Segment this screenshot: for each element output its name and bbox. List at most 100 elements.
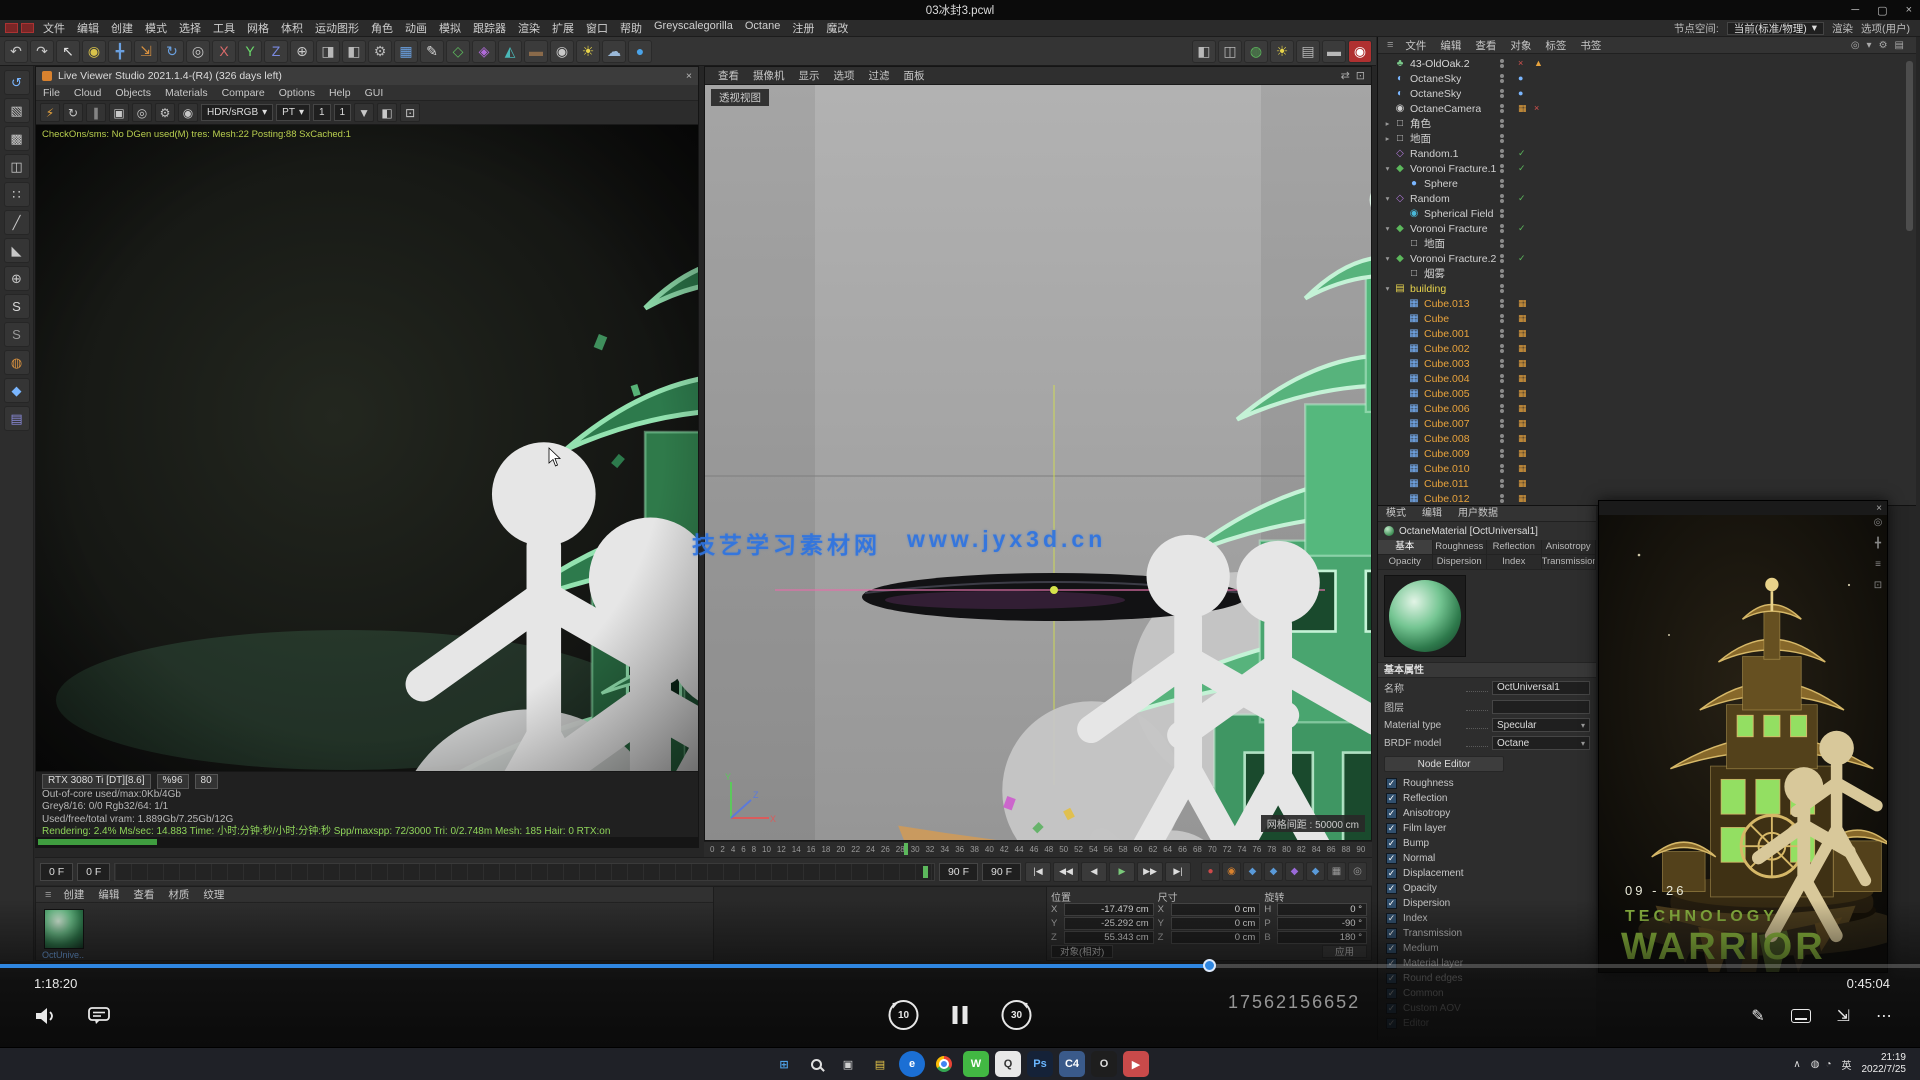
texture-tag-icon[interactable]: ▦ [1518,373,1527,384]
menu-item[interactable]: 魔改 [820,20,854,36]
object-name[interactable]: Cube.007 [1424,418,1470,430]
transform-mode-select[interactable]: 对象(相对) [1051,945,1113,958]
expand-arrow-icon[interactable]: ▾ [1382,164,1393,173]
c4d-button[interactable]: C4 [1059,1051,1085,1077]
menu-item[interactable]: 运动图形 [309,20,365,36]
visibility-toggles[interactable] [1500,104,1504,113]
apply-button[interactable]: 应用 [1322,945,1367,958]
colorspace-select[interactable]: HDR/sRGB▾ [201,104,273,121]
expand-arrow-icon[interactable]: ▸ [1382,134,1393,143]
expand-arrow-icon[interactable]: ▾ [1382,254,1393,263]
file-explorer-button[interactable]: ▤ [867,1051,893,1077]
visibility-toggles[interactable] [1500,59,1504,68]
object-name[interactable]: Cube.008 [1424,433,1470,445]
ime-indicator[interactable]: 英 [1842,1057,1852,1072]
visibility-toggles[interactable] [1500,374,1504,383]
menu-item[interactable]: 文件 [37,20,71,36]
check-tag-icon[interactable]: ✓ [1518,253,1526,264]
checkbox[interactable] [1386,943,1397,954]
coord-system-icon[interactable]: ⊕ [290,40,314,63]
menu-item[interactable]: 书签 [1573,38,1608,53]
texture-tag-icon[interactable]: ▦ [1518,418,1527,429]
rewind-10-button[interactable]: 10 [889,1000,919,1030]
region-render-icon[interactable]: ▣ [109,103,129,122]
layout-icon[interactable]: ◫ [1218,40,1242,63]
object-name[interactable]: 43-OldOak.2 [1410,58,1470,70]
viewport-canvas[interactable]: 透视视图 网格间距 : 50000 cm [705,85,1371,840]
live-viewer-render-canvas[interactable]: CheckOns/sms: No DGen used(M) tres: Mesh… [36,125,698,771]
zoom-icon[interactable]: ◎ [1874,517,1883,528]
checkbox[interactable] [1386,898,1397,909]
search-button[interactable] [803,1051,829,1077]
solo-button[interactable]: ◎ [1348,862,1367,881]
object-name[interactable]: Random [1410,193,1450,205]
object-row[interactable]: ▦ Cube.006 ▦ [1378,401,1916,416]
sky-icon[interactable]: ☁ [602,40,626,63]
menu-item[interactable]: Cloud [67,85,108,100]
visibility-toggles[interactable] [1500,119,1504,128]
object-name[interactable]: 地面 [1424,236,1445,251]
material-type-select[interactable]: Specular▾ [1492,718,1590,732]
visibility-toggles[interactable] [1500,194,1504,203]
visibility-toggles[interactable] [1500,329,1504,338]
object-row[interactable]: ▦ Cube.005 ▦ [1378,386,1916,401]
autokey-button[interactable]: ◉ [1222,862,1241,881]
checkbox[interactable] [1386,883,1397,894]
object-name[interactable]: Voronoi Fracture.1 [1410,163,1496,175]
channel-tab[interactable]: Anisotropy [1542,540,1597,554]
menu-item[interactable]: 角色 [365,20,399,36]
menu-item[interactable]: 创建 [56,887,91,902]
coord-input[interactable]: -90 ° [1277,917,1367,930]
move-tool-icon[interactable]: ╋ [108,40,132,63]
visibility-toggles[interactable] [1500,224,1504,233]
workplane-mode-icon[interactable]: ◫ [4,154,30,179]
channel-tab[interactable]: Roughness [1433,540,1488,554]
checkbox[interactable] [1386,928,1397,939]
menu-item[interactable]: 查看 [711,68,746,83]
menu-item[interactable]: 编辑 [91,887,126,902]
menu-item[interactable]: 体积 [275,20,309,36]
coord-input[interactable]: 0 cm [1171,931,1261,944]
visibility-toggles[interactable] [1500,164,1504,173]
volume-icon[interactable] [34,1007,58,1025]
menu-item[interactable]: 对象 [1503,38,1538,53]
visibility-toggles[interactable] [1500,89,1504,98]
menu-item[interactable]: File [36,85,67,100]
material-channel-row[interactable]: Bump [1378,836,1596,851]
deformer-icon[interactable]: ◈ [472,40,496,63]
points-mode-icon[interactable]: ∷ [4,182,30,207]
object-row[interactable]: ▾ ◆ Voronoi Fracture.2 ✓ [1378,251,1916,266]
object-row[interactable]: ◐ OctaneSky ● [1378,86,1916,101]
primitive-cube-icon[interactable]: ▦ [394,40,418,63]
object-name[interactable]: Cube.012 [1424,493,1470,505]
reference-image-window[interactable]: × ◎╋≡⊡ 09 - 26 TECHNOLOGY WARRIOR [1598,500,1888,973]
y-axis-button[interactable]: Y [238,40,262,63]
live-selection-icon[interactable]: ◉ [82,40,106,63]
next-frame-button[interactable]: ▶▶ [1137,862,1163,882]
checkbox[interactable] [1386,793,1397,804]
menu-item[interactable]: 选项 [827,68,862,83]
coord-input[interactable]: 0 cm [1171,903,1261,916]
tray-network-icon[interactable]: ◍ [1811,1059,1820,1070]
tab[interactable]: 模式 [1378,506,1414,521]
node-space-select[interactable]: 当前(标准/物理) ▾ [1727,22,1824,35]
object-row[interactable]: ▦ Cube.011 ▦ [1378,476,1916,491]
edge-button[interactable]: e [899,1051,925,1077]
rotation-header[interactable]: 旋转 [1264,889,1367,902]
object-name[interactable]: Cube.001 [1424,328,1470,340]
start-button[interactable]: ⊞ [771,1051,797,1077]
visibility-toggles[interactable] [1500,359,1504,368]
visibility-toggles[interactable] [1500,299,1504,308]
minimize-button[interactable]: ─ [1851,4,1859,16]
key-position-button[interactable]: ◆ [1243,862,1262,881]
spinner-field[interactable]: 1 [334,104,352,121]
object-name[interactable]: Cube.009 [1424,448,1470,460]
menu-item[interactable]: 创建 [105,20,139,36]
pause-button[interactable] [953,1006,968,1024]
picker-icon[interactable]: ◎ [132,103,152,122]
slider-playhead[interactable] [923,866,928,878]
visibility-toggles[interactable] [1500,464,1504,473]
spinner-field[interactable]: 1 [313,104,331,121]
menu-item[interactable]: Materials [158,85,215,100]
channel-tab[interactable]: Reflection [1487,540,1542,554]
